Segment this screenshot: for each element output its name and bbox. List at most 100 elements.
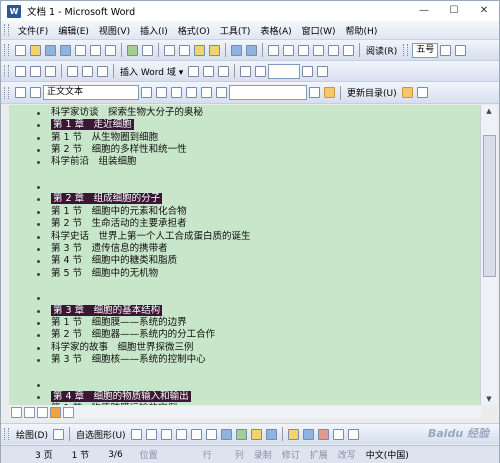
outline-bullet[interactable] (37, 396, 40, 400)
spelling-icon[interactable] (127, 44, 138, 56)
show-formatting-icon[interactable] (324, 87, 335, 98)
diagram-icon[interactable] (235, 428, 247, 440)
outline-bullet[interactable] (37, 186, 40, 190)
show-level-select[interactable] (229, 85, 307, 100)
outline-bullet[interactable] (37, 334, 40, 338)
line-icon[interactable] (130, 428, 142, 440)
select-objects-icon[interactable] (52, 428, 64, 440)
goto-toc-icon[interactable] (401, 87, 413, 98)
menu-insert[interactable]: 插入(I) (135, 24, 173, 37)
menu-tools[interactable]: 工具(T) (215, 24, 256, 37)
outline-bullet[interactable] (37, 321, 40, 325)
font-color-icon[interactable] (317, 428, 329, 440)
font-size-select[interactable]: 五号 (412, 42, 439, 58)
record-number-input[interactable] (268, 63, 301, 79)
fill-color-icon[interactable] (287, 428, 299, 440)
draw-menu-button[interactable]: 绘图(D) (16, 428, 48, 441)
outline-item[interactable]: 第 5 节 细胞中的无机物 (51, 268, 158, 280)
drawing-icon[interactable] (328, 44, 339, 56)
show-hide-icon[interactable] (343, 44, 354, 56)
outline-bullet[interactable] (37, 247, 40, 251)
outline-item[interactable]: 科学前沿 组装细胞 (51, 156, 137, 168)
menu-format[interactable]: 格式(O) (173, 24, 215, 37)
insert-greeting-icon[interactable] (82, 65, 93, 77)
toolbar-grip[interactable] (4, 86, 9, 99)
picture-icon[interactable] (265, 428, 277, 440)
redo-icon[interactable] (246, 44, 257, 56)
move-up-icon[interactable] (171, 87, 182, 98)
outline-heading[interactable]: 第 3 章 细胞的基本结构 (51, 304, 163, 317)
hyperlink-icon[interactable] (268, 44, 279, 56)
vertical-scrollbar[interactable]: ▲ ▼ (480, 105, 497, 405)
minimize-button[interactable]: — (409, 1, 439, 21)
move-down-icon[interactable] (186, 87, 197, 98)
outline-bullet[interactable] (37, 297, 40, 301)
outline-item[interactable]: 第 2 节 细胞器——系统内的分工合作 (51, 329, 215, 341)
permission-icon[interactable] (60, 44, 71, 56)
outline-bullet[interactable] (37, 359, 40, 362)
outline-bullet[interactable] (37, 235, 40, 239)
next-record-icon[interactable] (302, 65, 314, 77)
textbox-icon[interactable] (190, 428, 202, 440)
menu-edit[interactable]: 编辑(E) (53, 24, 94, 37)
main-doc-setup-icon[interactable] (15, 65, 26, 77)
outline-item[interactable]: 第 1 节 物质跨膜运输的实例 (51, 403, 177, 405)
scroll-down-icon[interactable]: ▼ (481, 393, 497, 405)
promote-icon[interactable] (30, 87, 41, 98)
collapse-icon[interactable] (216, 87, 227, 98)
toolbar-grip[interactable] (4, 428, 9, 440)
outline-bullet[interactable] (37, 112, 40, 115)
status-overtype[interactable]: 改写 (333, 448, 361, 461)
update-toc-button[interactable]: 更新目录(U) (347, 86, 397, 99)
outline-item[interactable]: 科学家访谈 探索生物大分子的奥秘 (51, 107, 203, 119)
open-data-source-icon[interactable] (30, 65, 41, 77)
prev-record-icon[interactable] (255, 65, 267, 77)
normal-view-icon[interactable] (11, 406, 22, 418)
print-preview-icon[interactable] (105, 44, 116, 56)
promote-heading-icon[interactable] (15, 87, 26, 98)
outline-item[interactable]: 第 2 节 细胞的多样性和统一性 (51, 144, 187, 156)
arrow-icon[interactable] (145, 428, 157, 440)
outline-level-select[interactable]: 正文文本 (43, 85, 139, 100)
rectangle-icon[interactable] (160, 428, 172, 440)
outline-item[interactable]: 第 1 节 细胞膜——系统的边界 (51, 317, 187, 329)
outline-item[interactable]: 第 1 节 细胞中的元素和化合物 (51, 206, 187, 218)
menu-view[interactable]: 视图(V) (94, 24, 135, 37)
autoshapes-button[interactable]: 自选图形(U) (76, 428, 126, 441)
highlight-fields-icon[interactable] (203, 65, 215, 77)
outline-item[interactable]: 第 3 节 遗传信息的携带者 (51, 243, 168, 255)
toolbar-grip[interactable] (4, 65, 9, 77)
excel-icon[interactable] (298, 44, 309, 56)
outline-item[interactable]: 第 3 节 细胞核——系统的控制中心 (51, 354, 206, 366)
open-folder-icon[interactable] (30, 44, 41, 56)
clipart-icon[interactable] (250, 428, 262, 440)
insert-fields-icon[interactable] (97, 65, 108, 77)
paste-icon[interactable] (194, 44, 205, 56)
print-view-icon[interactable] (37, 406, 48, 418)
outline-bullet[interactable] (37, 136, 40, 140)
view-merged-icon[interactable] (188, 65, 200, 77)
italic-icon[interactable] (455, 44, 467, 56)
scroll-thumb[interactable] (483, 135, 496, 277)
outline-bullet[interactable] (37, 223, 40, 227)
outline-bullet[interactable] (37, 272, 40, 276)
outline-bullet[interactable] (37, 346, 40, 350)
demote-to-body-icon[interactable] (156, 87, 167, 98)
close-button[interactable]: ✕ (469, 1, 499, 21)
read-mode-button[interactable]: 阅读(R) (366, 44, 397, 57)
email-icon[interactable] (75, 44, 86, 56)
oval-icon[interactable] (175, 428, 187, 440)
recipients-icon[interactable] (45, 65, 56, 77)
outline-heading[interactable]: 第 2 章 组成细胞的分子 (51, 193, 163, 205)
status-track[interactable]: 修订 (277, 448, 305, 461)
outline-item[interactable]: 第 4 节 细胞中的糖类和脂质 (51, 255, 177, 267)
last-record-icon[interactable] (317, 65, 329, 77)
line-color-icon[interactable] (302, 428, 314, 440)
print-icon[interactable] (90, 44, 101, 56)
vertical-textbox-icon[interactable] (205, 428, 217, 440)
outline-bullet[interactable] (37, 210, 40, 214)
outline-item[interactable]: 科学史话 世界上第一个人工合成蛋白质的诞生 (51, 231, 251, 243)
outline-view-icon[interactable] (50, 406, 61, 418)
menu-file[interactable]: 文件(F) (13, 24, 53, 37)
wordart-icon[interactable] (220, 428, 232, 440)
